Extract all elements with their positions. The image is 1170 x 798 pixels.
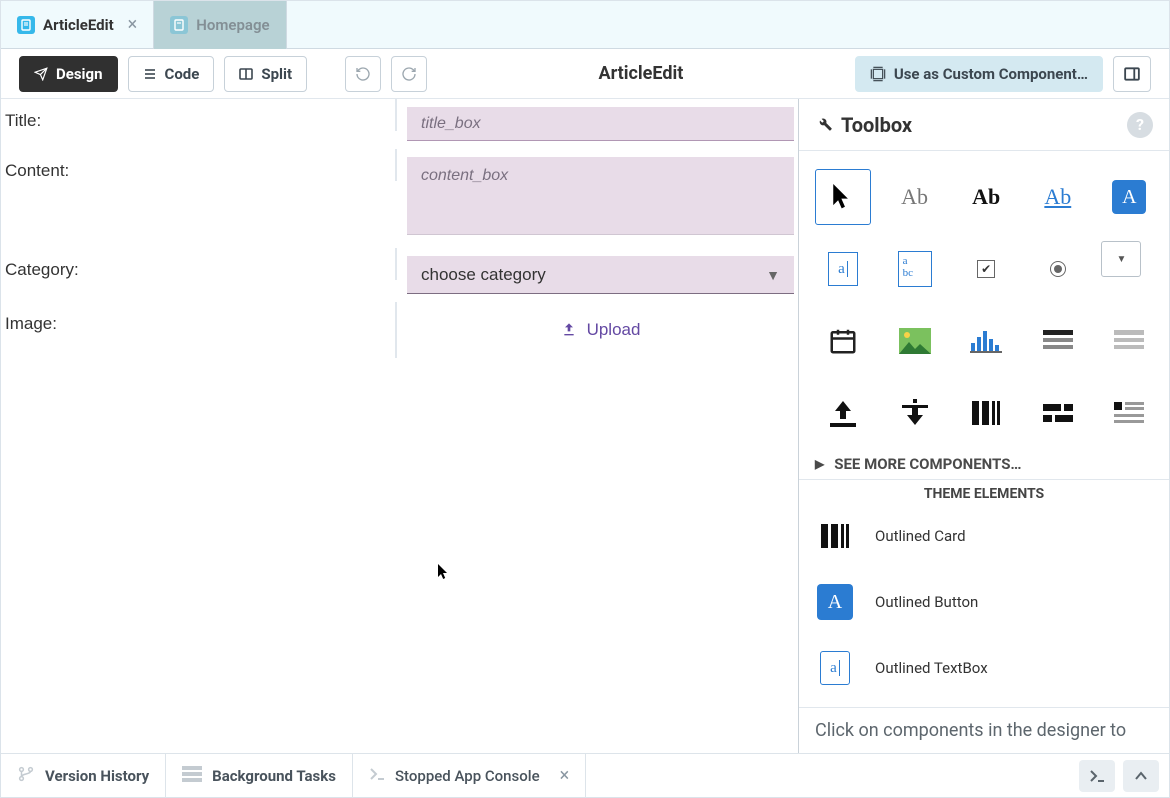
footer-tab-label: Background Tasks: [212, 767, 336, 785]
footer-tab-label: Stopped App Console: [395, 767, 540, 785]
tool-datepicker[interactable]: [815, 313, 871, 369]
tab-article-edit[interactable]: ArticleEdit ×: [1, 1, 154, 49]
upload-icon: [561, 322, 577, 338]
field-label-category: Category:: [1, 248, 397, 280]
wrench-icon: [815, 114, 833, 136]
tasks-icon: [182, 766, 202, 786]
theme-item-outlined-button[interactable]: A Outlined Button: [815, 578, 1153, 626]
toolbar: Design Code Split ArticleEdit Use as Cus…: [1, 49, 1169, 99]
button-label: Split: [261, 65, 292, 83]
card-icon: [815, 516, 855, 556]
tab-strip: ArticleEdit × Homepage: [1, 1, 1169, 49]
button-label: Design: [56, 65, 103, 83]
footer-bar: Version History Background Tasks Stopped…: [1, 753, 1169, 797]
button-label: Code: [165, 65, 200, 83]
tool-cursor[interactable]: [815, 169, 871, 225]
tool-file-loader[interactable]: [815, 385, 871, 441]
console-icon: [369, 767, 385, 785]
close-icon[interactable]: ×: [128, 14, 138, 35]
cursor-icon: [438, 564, 450, 580]
theme-elements-list: Outlined Card A Outlined Button a Outlin…: [799, 508, 1169, 696]
page-title: ArticleEdit: [437, 63, 845, 84]
chevron-down-icon: ▼: [766, 267, 780, 283]
tool-repeating-panel[interactable]: [1101, 313, 1157, 369]
theme-elements-header: THEME ELEMENTS: [799, 480, 1169, 508]
category-dropdown[interactable]: choose category ▼: [407, 256, 794, 294]
help-icon[interactable]: ?: [1127, 112, 1153, 138]
field-label-title: Title:: [1, 99, 397, 131]
form-icon: [170, 16, 188, 34]
close-icon[interactable]: ×: [560, 765, 570, 786]
theme-item-outlined-textbox[interactable]: a Outlined TextBox: [815, 644, 1153, 692]
theme-item-label: Outlined Button: [875, 593, 978, 611]
code-button[interactable]: Code: [128, 56, 215, 92]
tab-homepage[interactable]: Homepage: [154, 1, 286, 49]
title-input[interactable]: [407, 107, 794, 141]
button-label: Use as Custom Component…: [894, 65, 1088, 83]
design-button[interactable]: Design: [19, 56, 118, 92]
tool-link[interactable]: Ab: [1030, 169, 1086, 225]
expand-panel-button[interactable]: [1123, 760, 1159, 792]
footer-tab-background-tasks[interactable]: Background Tasks: [166, 754, 353, 798]
dropdown-placeholder: choose category: [421, 265, 546, 285]
tab-label: Homepage: [196, 16, 269, 34]
upload-label: Upload: [587, 320, 641, 340]
see-more-components[interactable]: ▶ SEE MORE COMPONENTS…: [799, 449, 1169, 480]
toolbox-pane: Toolbox ? Ab Ab Ab A: [799, 99, 1169, 753]
tool-checkbox[interactable]: ✔: [958, 241, 1014, 297]
main-area: Title: Content: Category: choose categor…: [1, 99, 1169, 753]
tool-textarea[interactable]: a bc: [887, 241, 943, 297]
toolbox-title: Toolbox: [841, 113, 1127, 137]
tool-dropdown[interactable]: ▼: [1101, 241, 1141, 277]
open-console-button[interactable]: [1079, 760, 1115, 792]
redo-button[interactable]: [391, 56, 427, 92]
textbox-icon: a: [815, 648, 855, 688]
content-input[interactable]: [407, 157, 794, 235]
tool-button[interactable]: A: [1101, 169, 1157, 225]
design-canvas[interactable]: Title: Content: Category: choose categor…: [1, 99, 799, 753]
tool-textbox[interactable]: a: [815, 241, 871, 297]
theme-item-label: Outlined Card: [875, 527, 966, 545]
theme-item-outlined-card[interactable]: Outlined Card: [815, 512, 1153, 560]
theme-item-label: Outlined TextBox: [875, 659, 988, 677]
button-icon: A: [815, 582, 855, 622]
tool-image[interactable]: [887, 313, 943, 369]
toolbox-header: Toolbox ?: [799, 99, 1169, 151]
tool-download[interactable]: [887, 385, 943, 441]
upload-button[interactable]: Upload: [407, 310, 794, 350]
chevron-right-icon: ▶: [815, 457, 824, 471]
panel-toggle-button[interactable]: [1113, 56, 1151, 92]
tool-chart[interactable]: [958, 313, 1014, 369]
branch-icon: [17, 765, 35, 787]
tab-label: ArticleEdit: [43, 16, 114, 34]
field-label-image: Image:: [1, 302, 397, 358]
tool-grid: Ab Ab Ab A a a bc ✔: [799, 151, 1169, 449]
toolbox-hint: Click on components in the designer to: [799, 707, 1169, 753]
form-icon: [17, 16, 35, 34]
tool-label[interactable]: Ab: [887, 169, 943, 225]
field-label-content: Content:: [1, 149, 397, 181]
see-more-label: SEE MORE COMPONENTS…: [834, 455, 1021, 473]
tool-datagrid[interactable]: [1030, 313, 1086, 369]
tool-rich-text[interactable]: [1101, 385, 1157, 441]
tool-radio[interactable]: [1030, 241, 1086, 297]
footer-tab-version-history[interactable]: Version History: [1, 754, 166, 798]
split-button[interactable]: Split: [224, 56, 307, 92]
footer-tab-app-console[interactable]: Stopped App Console ×: [353, 754, 586, 798]
tool-column-panel[interactable]: [958, 385, 1014, 441]
use-as-custom-component-button[interactable]: Use as Custom Component…: [855, 56, 1103, 92]
undo-button[interactable]: [345, 56, 381, 92]
tool-flow-panel[interactable]: [1030, 385, 1086, 441]
tool-bold-label[interactable]: Ab: [958, 169, 1014, 225]
footer-tab-label: Version History: [45, 767, 149, 785]
